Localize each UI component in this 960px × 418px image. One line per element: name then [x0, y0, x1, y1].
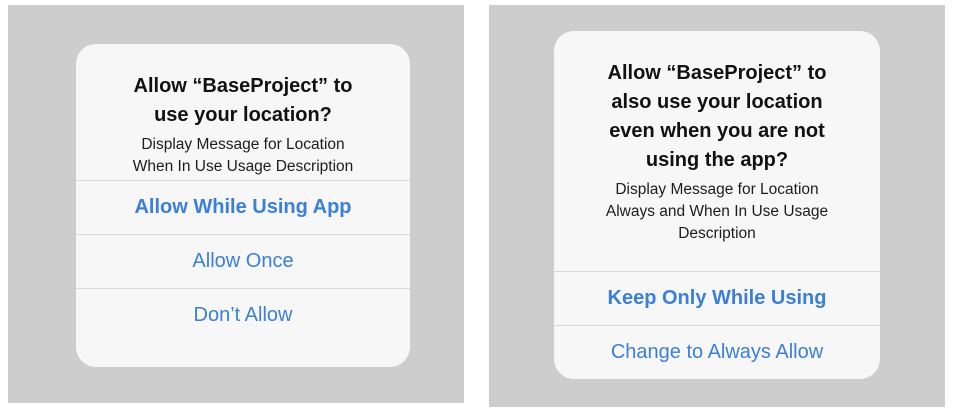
- alert-title-line: using the app?: [645, 149, 789, 171]
- alert-title-line: even when you are not: [609, 120, 825, 142]
- alert-title-line: use your location?: [154, 104, 332, 126]
- alert-title-line: Allow “BaseProject” to: [133, 75, 353, 97]
- alert-body: Allow “BaseProject” to also use your loc…: [554, 31, 880, 271]
- left-screenshot-panel: Allow “BaseProject” to use your location…: [8, 5, 464, 403]
- alert-message-line: When In Use Usage Description: [132, 158, 354, 175]
- alert-message-line: Display Message for Location: [615, 181, 819, 198]
- alert-title: Allow “BaseProject” to use your location…: [86, 72, 400, 130]
- alert-body: Allow “BaseProject” to use your location…: [76, 44, 410, 180]
- alert-title: Allow “BaseProject” to also use your loc…: [564, 59, 870, 175]
- always-location-permission-alert: Allow “BaseProject” to also use your loc…: [554, 31, 880, 379]
- allow-while-using-app-button[interactable]: Allow While Using App: [76, 180, 410, 234]
- location-permission-alert: Allow “BaseProject” to use your location…: [76, 44, 410, 367]
- alert-title-line: also use your location: [611, 91, 823, 113]
- right-screenshot-panel: Allow “BaseProject” to also use your loc…: [489, 5, 945, 407]
- alert-message-line: Description: [678, 225, 756, 242]
- allow-once-button[interactable]: Allow Once: [76, 234, 410, 288]
- dont-allow-button[interactable]: Don’t Allow: [76, 288, 410, 342]
- keep-only-while-using-button[interactable]: Keep Only While Using: [554, 271, 880, 325]
- change-to-always-allow-button[interactable]: Change to Always Allow: [554, 325, 880, 379]
- alert-message: Display Message for Location When In Use…: [86, 134, 400, 178]
- alert-message-line: Display Message for Location: [141, 136, 345, 153]
- alert-title-line: Allow “BaseProject” to: [607, 62, 827, 84]
- alert-message: Display Message for Location Always and …: [564, 179, 870, 245]
- alert-message-line: Always and When In Use Usage: [605, 203, 829, 220]
